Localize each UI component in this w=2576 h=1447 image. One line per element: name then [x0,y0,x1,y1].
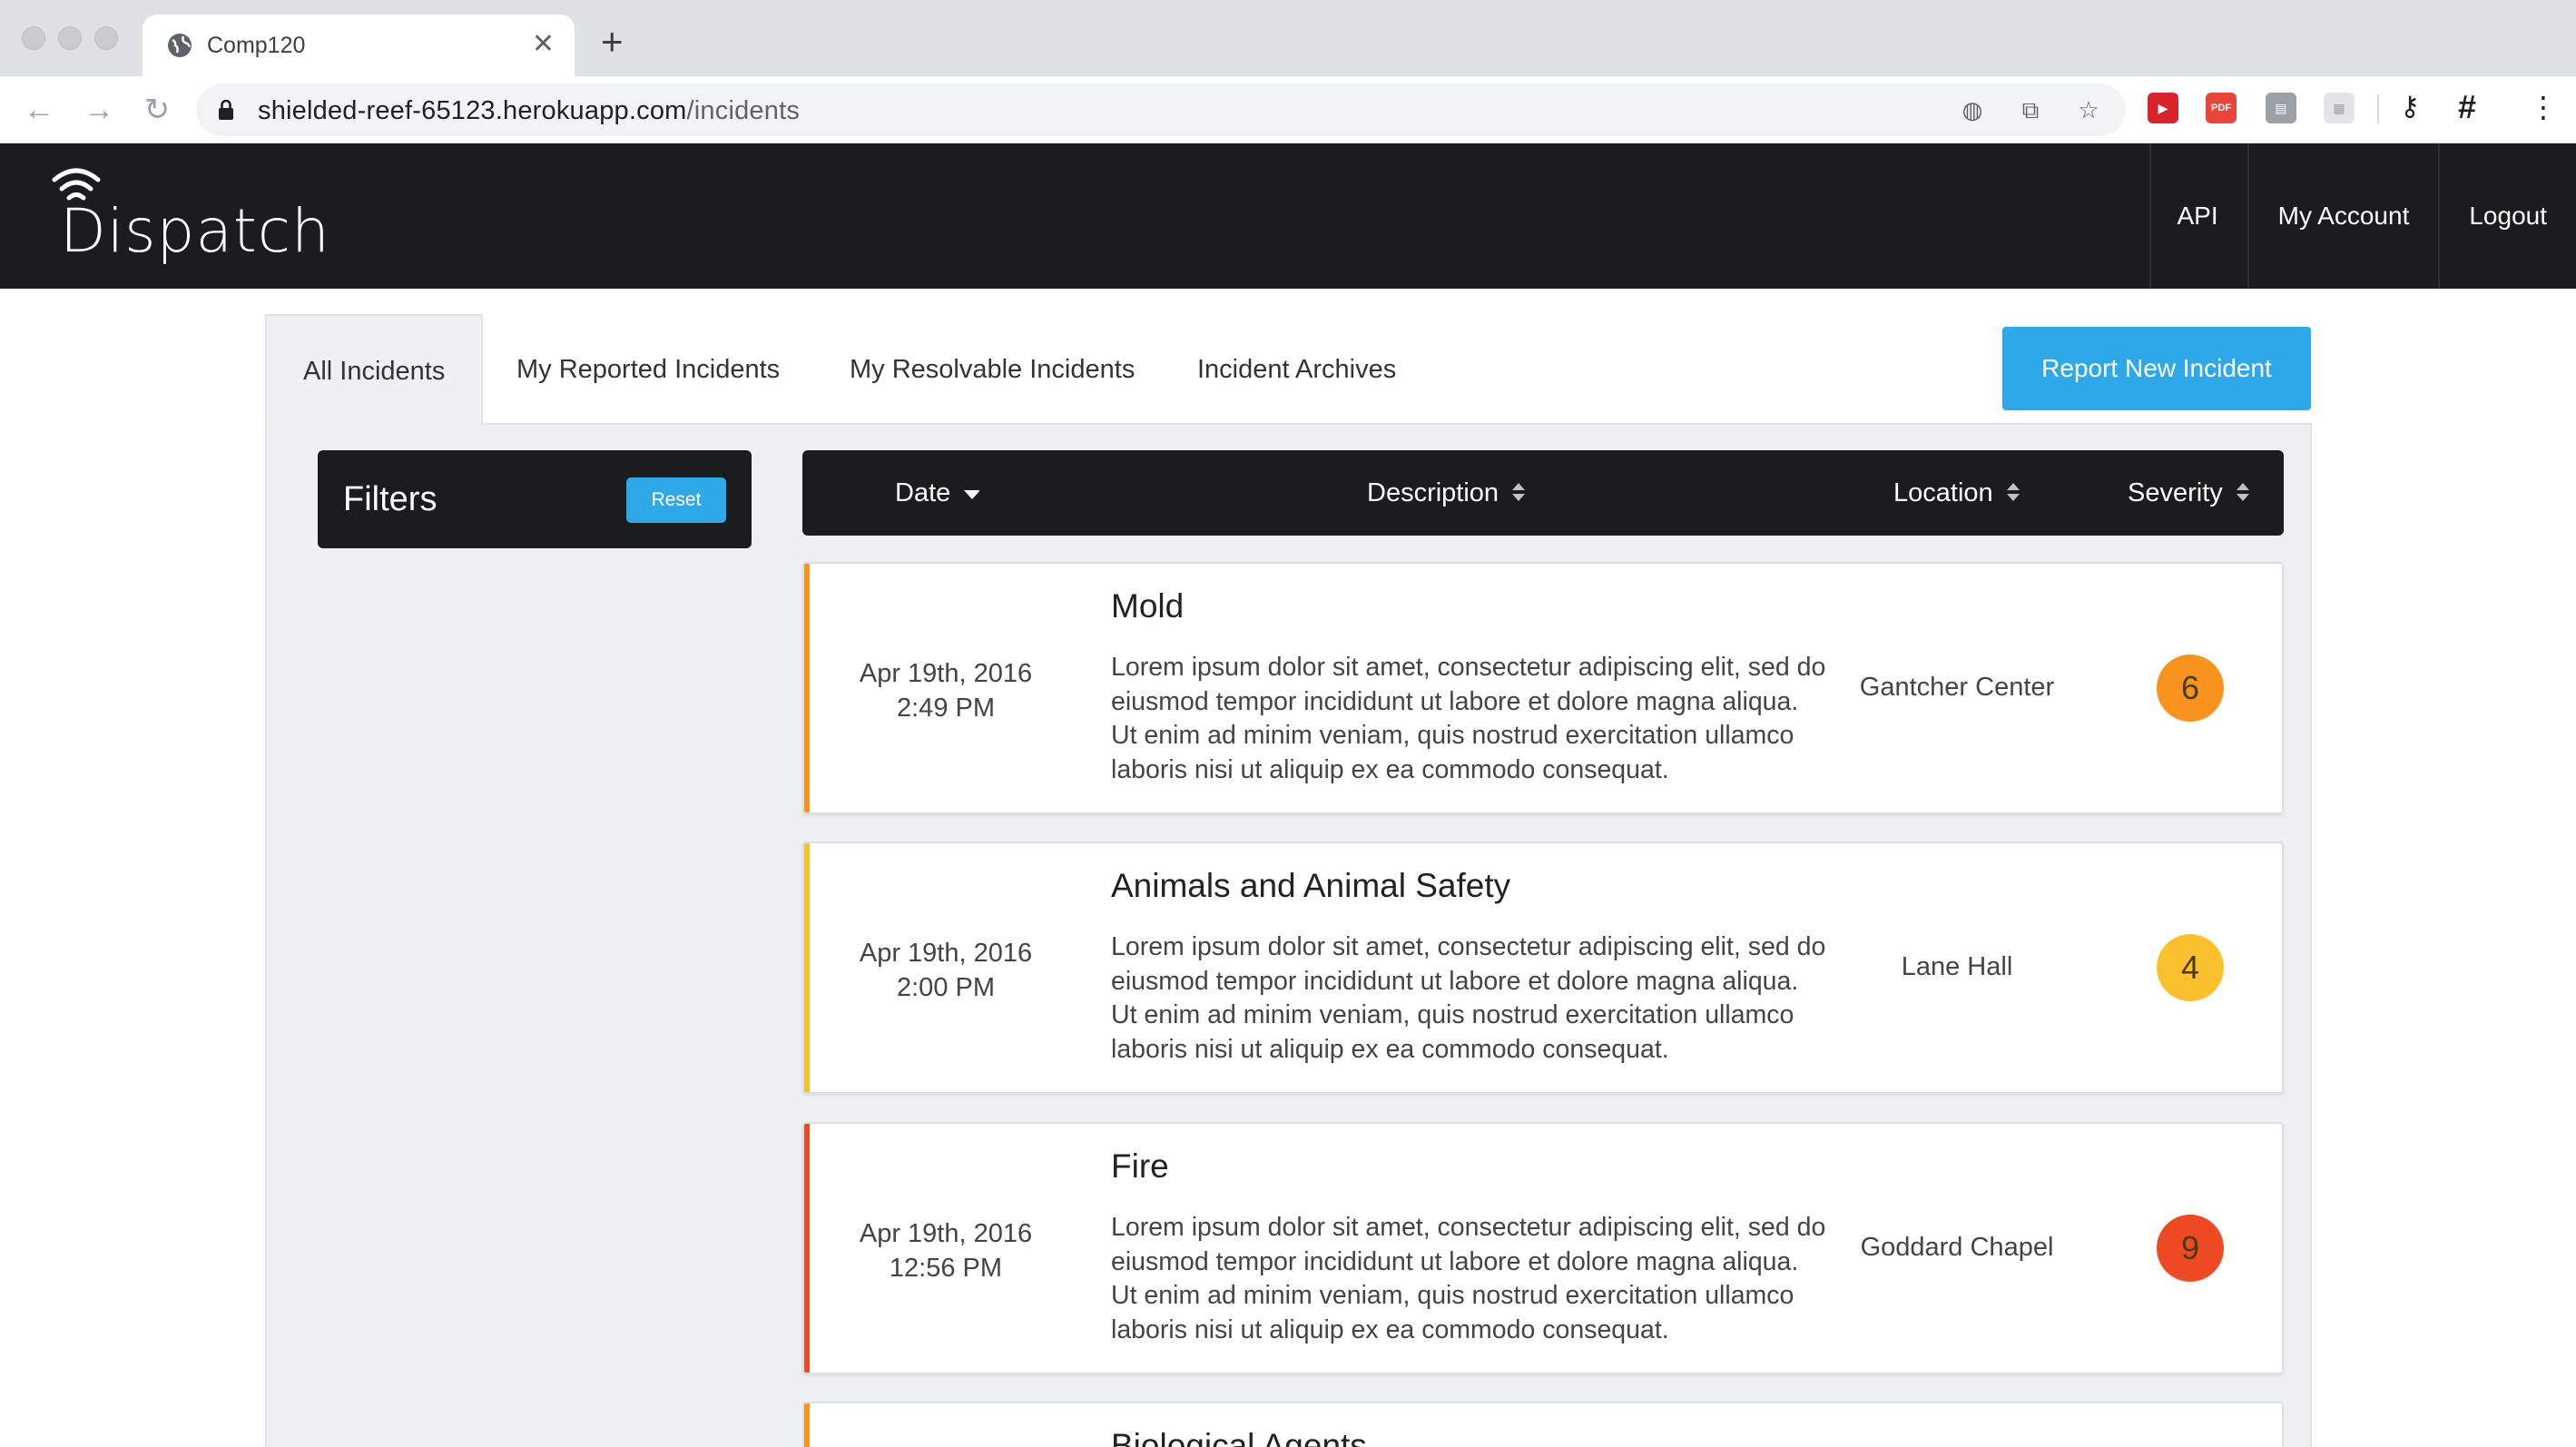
translate-icon[interactable]: ⧉ [2017,96,2044,123]
globe-icon [168,34,192,57]
incident-datetime: Apr 19th, 2016 2:00 PM [804,936,1087,1005]
filters-title: Filters [343,480,438,518]
incident-date: Apr 19th, 2016 [859,659,1033,688]
incident-title: Biological Agents [1111,1427,1367,1447]
nav-my-account-link[interactable]: My Account [2247,143,2439,289]
incident-location: Goddard Chapel [1860,1233,2054,1262]
column-header-severity[interactable]: Severity [2128,450,2250,536]
incident-date: Apr 19th, 2016 [859,1219,1033,1248]
incident-time: 2:00 PM [897,973,995,1002]
incident-date: Apr 19th, 2016 [859,939,1033,968]
incident-location: Gantcher Center [1859,673,2055,702]
tab-all-incidents[interactable]: All Incidents [265,314,484,427]
tab-my-resolvable-incidents[interactable]: My Resolvable Incidents [850,314,1135,425]
column-label-severity: Severity [2128,478,2223,507]
tab-my-reported-incidents[interactable]: My Reported Incidents [516,314,780,425]
nav-api-link[interactable]: API [2149,143,2247,289]
window-zoom-button[interactable] [94,26,118,50]
url-host: shielded-reef-65123.herokuapp.com [258,96,687,125]
column-header-date[interactable]: Date [895,450,980,536]
browser-toolbar: ← → ↻ shielded-reef-65123.herokuapp.com/… [0,76,2576,143]
extension-red-icon[interactable]: ▶ [2148,93,2178,123]
incident-title: Mold [1111,587,1185,625]
hashtag-icon[interactable]: # [2458,89,2476,125]
sort-icon [2236,483,2249,502]
reset-filters-button[interactable]: Reset [626,477,726,523]
back-button[interactable]: ← [18,89,60,131]
incident-table-header: Date Description Location Severity [802,450,2284,536]
forward-button[interactable]: → [78,89,120,131]
column-label-location: Location [1893,478,1993,507]
sort-icon [2006,483,2020,502]
incident-description: Lorem ipsum dolor sit amet, consectetur … [1111,1213,1826,1344]
browser-tab[interactable]: Comp120 ✕ [143,15,575,76]
address-bar[interactable]: shielded-reef-65123.herokuapp.com/incide… [196,84,2126,136]
more-menu-icon[interactable]: ⋮ [2529,89,2558,125]
incident-time: 2:49 PM [897,694,995,723]
column-header-description[interactable]: Description [1367,450,1526,536]
dispatch-logo[interactable]: Dispatch [49,165,329,267]
window-close-button[interactable] [22,26,45,50]
column-label-date: Date [895,478,951,507]
incident-row[interactable]: Apr 19th, 2016 2:49 PM Mold Lorem ipsum … [802,562,2284,814]
incident-location: Lane Hall [1901,952,2013,981]
incident-row[interactable]: Apr 19th, 2016 2:00 PM Animals and Anima… [802,842,2284,1094]
blocked-cookies-icon[interactable]: ◍ [1959,96,1986,123]
incident-title: Fire [1111,1147,1169,1185]
filters-panel: Filters Reset [318,450,752,548]
logo-text: Dispatch [60,196,330,266]
incident-title: Animals and Animal Safety [1111,867,1511,904]
extension-grid-icon[interactable]: ▦ [2324,93,2355,123]
report-new-incident-button[interactable]: Report New Incident [2002,327,2311,410]
url-text: shielded-reef-65123.herokuapp.com/incide… [258,95,800,126]
url-path: /incidents [686,96,801,125]
column-label-description: Description [1367,478,1499,507]
sort-descending-icon [964,490,980,500]
toolbar-divider [2377,94,2379,123]
extension-pdf-icon[interactable]: PDF [2206,93,2237,123]
severity-badge: 6 [2157,655,2224,722]
severity-accent-bar [804,1403,810,1447]
app-header: Dispatch API My Account Logout [0,143,2576,289]
star-icon[interactable]: ☆ [2075,96,2102,123]
tab-incident-archives[interactable]: Incident Archives [1197,314,1396,425]
incident-datetime: Apr 19th, 2016 2:49 PM [804,656,1087,725]
incident-row[interactable]: Apr 19th, 2016 12:56 PM Fire Lorem ipsum… [802,1122,2284,1374]
severity-badge: 4 [2157,934,2224,1001]
header-nav: API My Account Logout [2149,143,2576,289]
close-icon[interactable]: ✕ [532,29,555,60]
key-icon[interactable]: ⚷ [2400,89,2420,125]
incident-description: Lorem ipsum dolor sit amet, consectetur … [1111,653,1826,784]
incident-time: 12:56 PM [889,1254,1003,1283]
window-minimize-button[interactable] [58,26,82,50]
incident-row[interactable]: Biological Agents [802,1402,2284,1447]
sort-icon [1512,483,1526,502]
nav-logout-link[interactable]: Logout [2438,143,2576,289]
column-header-location[interactable]: Location [1893,450,2020,536]
severity-badge: 9 [2157,1215,2224,1282]
extension-doc-icon[interactable]: ▤ [2266,93,2296,123]
incident-description: Lorem ipsum dolor sit amet, consectetur … [1111,932,1826,1064]
reload-button[interactable]: ↻ [136,89,178,131]
browser-tab-title: Comp120 [207,33,306,58]
incident-datetime: Apr 19th, 2016 12:56 PM [804,1216,1087,1285]
lock-icon [219,99,233,120]
new-tab-button[interactable]: + [601,23,624,61]
browser-tab-strip: Comp120 ✕ + [0,0,2576,76]
